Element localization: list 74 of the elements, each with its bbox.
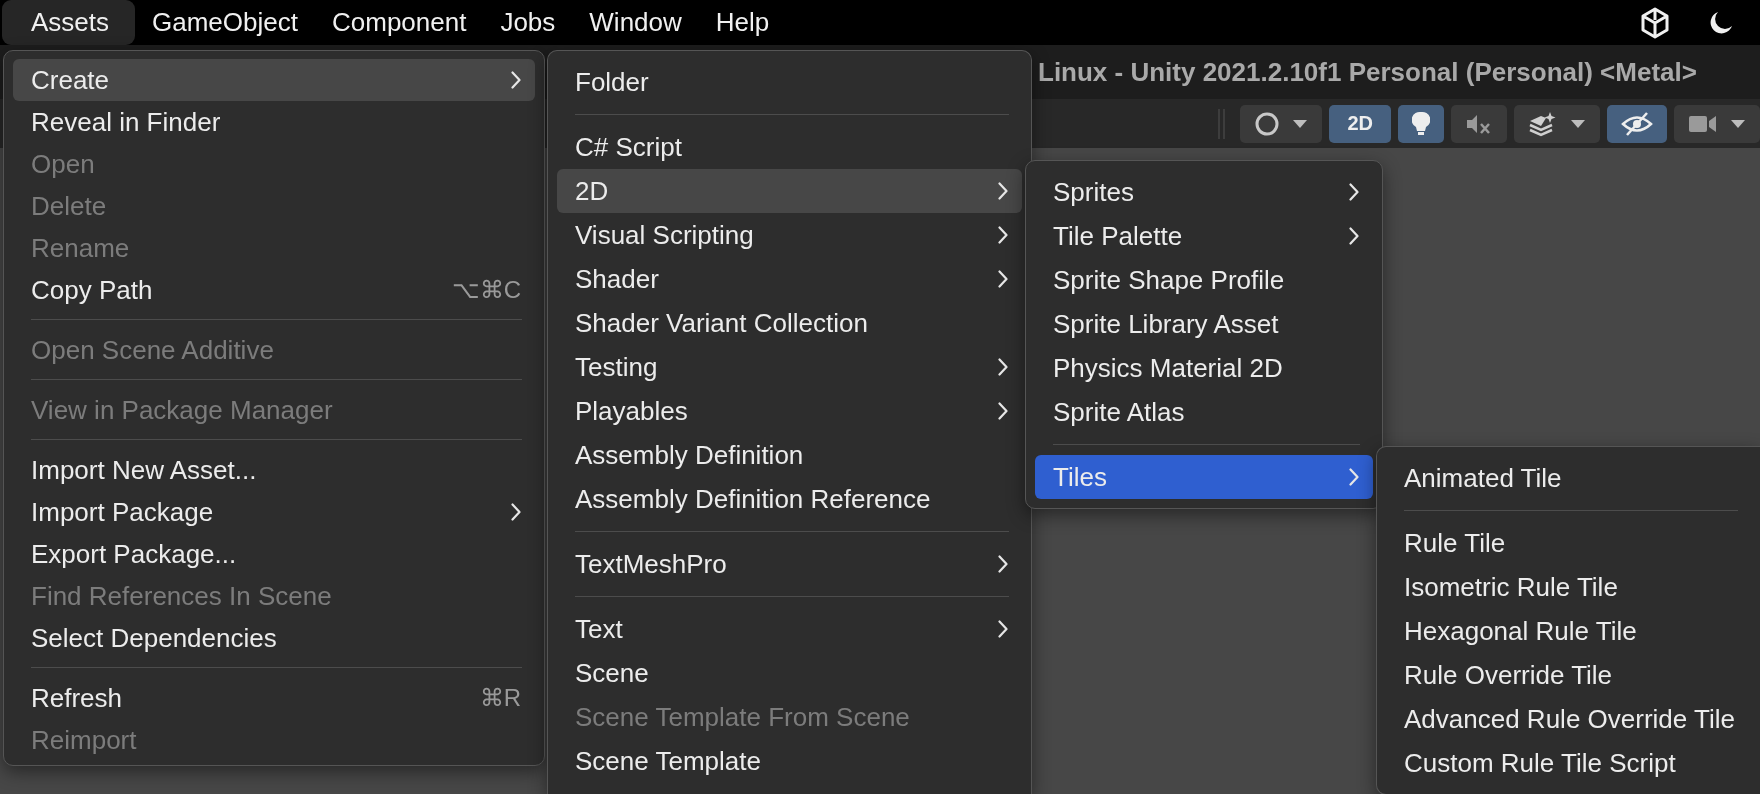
menu-item[interactable]: Scene (557, 651, 1022, 695)
toolbar-toggle-button[interactable] (1240, 104, 1323, 143)
menu-item[interactable]: Tile Palette (1035, 214, 1373, 258)
cube-logo-icon[interactable] (1640, 6, 1670, 39)
menu-item[interactable]: Physics Material 2D (1035, 346, 1373, 390)
menu-item[interactable]: Visual Scripting (557, 213, 1022, 257)
caret-icon (1730, 118, 1746, 129)
circle-icon (1254, 110, 1281, 137)
crossed-eye-icon (1621, 110, 1653, 137)
chevron-icon (998, 402, 1008, 420)
menu-item[interactable]: Assembly Definition (557, 433, 1022, 477)
menu-item[interactable]: Animated Tile (1386, 456, 1751, 500)
chevron-icon (998, 226, 1008, 244)
menu-item[interactable]: Refresh ⌘R (13, 677, 535, 719)
chevron-icon (511, 71, 521, 89)
menu-item[interactable]: TextMeshPro (557, 542, 1022, 586)
menu-item[interactable]: Advanced Rule Override Tile (1386, 697, 1751, 741)
chevron-icon (511, 503, 521, 521)
menu-item[interactable]: Custom Rule Tile Script (1386, 741, 1751, 785)
menu-item[interactable]: Export Package... (13, 533, 535, 575)
caret-icon (1292, 118, 1309, 129)
menu-item[interactable]: 2D (557, 169, 1022, 213)
mode-toggle-button[interactable]: 2D (1329, 104, 1391, 143)
menu-item[interactable]: Isometric Rule Tile (1386, 565, 1751, 609)
moon-icon[interactable] (1708, 9, 1734, 36)
toolbar-toggle-button[interactable] (1398, 104, 1444, 143)
menu-item[interactable]: Assembly Definition Reference (557, 477, 1022, 521)
window-title: Linux - Unity 2021.2.10f1 Personal (Personal) <Metal> (1038, 56, 1697, 88)
toolbar-toggle-button[interactable] (1674, 104, 1760, 143)
menu-item[interactable]: Reveal in Finder (13, 101, 535, 143)
menu-item[interactable]: Shader Variant Collection (557, 301, 1022, 345)
menu-bar-item[interactable]: Window (572, 0, 699, 45)
chevron-icon (998, 358, 1008, 376)
menu-bar-item[interactable]: Help (698, 0, 787, 45)
menu-item[interactable]: Import New Asset... (13, 449, 535, 491)
menu-bar-item[interactable]: GameObject (135, 0, 315, 45)
menu-item[interactable]: Copy Path ⌥⌘C (13, 269, 535, 311)
chevron-icon (998, 270, 1008, 288)
chevron-icon (1349, 183, 1359, 201)
menu-bar-item[interactable]: Jobs (483, 0, 573, 45)
caret-icon (1570, 118, 1586, 129)
menu-item[interactable]: Create (13, 59, 535, 101)
chevron-icon (998, 555, 1008, 573)
menu-item[interactable]: Sprite Atlas (1035, 390, 1373, 434)
menu-item[interactable]: Sprites (1035, 170, 1373, 214)
menu-item[interactable]: Rule Tile (1386, 521, 1751, 565)
menu-item[interactable]: Folder (557, 60, 1022, 104)
chevron-icon (998, 182, 1008, 200)
menu-item[interactable]: Sprite Shape Profile (1035, 258, 1373, 302)
shortcut-text: ⌘R (479, 684, 521, 712)
menu-item[interactable]: Hexagonal Rule Tile (1386, 609, 1751, 653)
menu-item[interactable]: Testing (557, 345, 1022, 389)
lightbulb-icon (1412, 110, 1430, 137)
chevron-icon (1349, 468, 1359, 486)
menu-item[interactable]: Tiles (1035, 455, 1373, 499)
menu-item[interactable]: Text (557, 607, 1022, 651)
layers-sparkle-icon (1528, 110, 1558, 137)
menu-item[interactable]: Playables (557, 389, 1022, 433)
camera-icon (1688, 113, 1718, 134)
menu-item[interactable]: Sprite Library Asset (1035, 302, 1373, 346)
menu-item[interactable]: C# Script (557, 125, 1022, 169)
menu-bar-item[interactable]: Component (315, 0, 484, 45)
toolbar-toggle-button[interactable] (1607, 104, 1667, 143)
menu-item[interactable]: Shader (557, 257, 1022, 301)
menu-item[interactable]: Rule Override Tile (1386, 653, 1751, 697)
chevron-icon (1349, 227, 1359, 245)
chevron-icon (998, 620, 1008, 638)
toolbar-toggle-button[interactable] (1451, 104, 1507, 143)
shortcut-text: ⌥⌘C (451, 276, 521, 304)
menu-bar-item[interactable]: Assets (2, 0, 136, 45)
menu-item[interactable]: Import Package (13, 491, 535, 533)
toolbar-toggle-button[interactable] (1514, 104, 1600, 143)
menu-item[interactable]: Scene Template (557, 739, 1022, 783)
menu-item[interactable]: Select Dependencies (13, 617, 535, 659)
